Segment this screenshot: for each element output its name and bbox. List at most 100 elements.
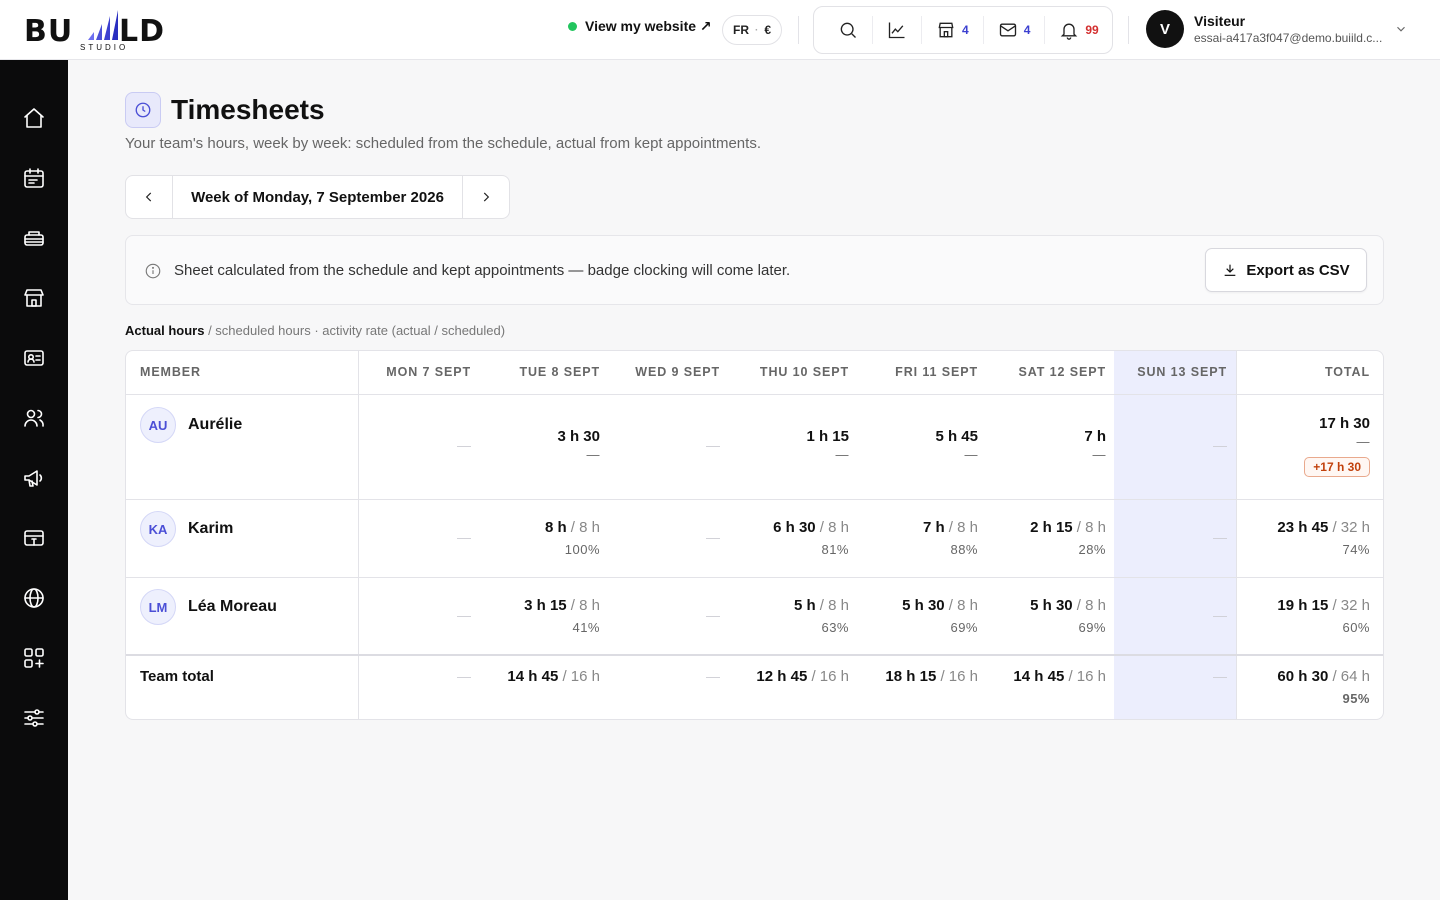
sidebar-item-marketing[interactable] bbox=[20, 464, 48, 492]
sidebar-item-website[interactable] bbox=[20, 584, 48, 612]
team-total-day-cell: 12 h 45 / 16 h bbox=[756, 668, 849, 685]
previous-week-button[interactable] bbox=[126, 176, 172, 218]
scheduled-hours: / 16 h bbox=[1064, 668, 1106, 685]
chevron-left-icon bbox=[145, 192, 152, 202]
activity-rate: 69% bbox=[950, 620, 978, 635]
sidebar-item-services[interactable] bbox=[20, 224, 48, 252]
day-cell[interactable]: 7 h / 8 h 88% bbox=[923, 519, 978, 557]
page-title: Timesheets bbox=[171, 94, 325, 125]
sidebar-item-store[interactable] bbox=[20, 284, 48, 312]
column-header: THU 10 SEPT bbox=[759, 365, 849, 379]
next-week-button[interactable] bbox=[463, 176, 509, 218]
team-total-divider bbox=[126, 654, 1383, 656]
empty-cell: — bbox=[457, 668, 471, 684]
legend-primary: Actual hours bbox=[125, 323, 205, 338]
store-icon bbox=[938, 22, 954, 38]
day-cell[interactable]: 8 h / 8 h 100% bbox=[545, 519, 600, 557]
day-cell[interactable]: 5 h 30 / 8 h 69% bbox=[902, 597, 978, 635]
analytics-button[interactable] bbox=[873, 16, 922, 44]
empty-cell: — bbox=[706, 668, 720, 684]
services-icon bbox=[24, 231, 44, 246]
view-website-link[interactable]: View my website ↗ bbox=[568, 18, 712, 35]
chevron-right-icon bbox=[483, 192, 490, 202]
actual-hours: 23 h 45 bbox=[1277, 519, 1329, 536]
empty-cell: — bbox=[1213, 529, 1227, 545]
messages-button[interactable]: 4 bbox=[984, 16, 1046, 44]
hours-value: 18 h 15 / 16 h bbox=[885, 668, 978, 685]
hours-value: 60 h 30 / 64 h bbox=[1277, 668, 1370, 685]
column-header: MEMBER bbox=[140, 365, 201, 379]
hours-value: 5 h / 8 h bbox=[794, 597, 849, 614]
notifications-button[interactable]: 99 bbox=[1045, 16, 1112, 44]
export-csv-button[interactable]: Export as CSV bbox=[1205, 248, 1367, 292]
info-banner: Sheet calculated from the schedule and k… bbox=[125, 235, 1384, 305]
sidebar-item-home[interactable] bbox=[20, 104, 48, 132]
sidebar-item-payments[interactable] bbox=[20, 524, 48, 552]
scheduled-hours: / 16 h bbox=[558, 668, 600, 685]
column-header: WED 9 SEPT bbox=[635, 365, 720, 379]
activity-rate: 60% bbox=[1342, 620, 1370, 635]
actual-hours: 14 h 45 bbox=[1013, 668, 1065, 685]
user-menu[interactable]: V Visiteur essai-a417a3f047@demo.buiild.… bbox=[1146, 10, 1389, 48]
activity-rate: 69% bbox=[1078, 620, 1106, 635]
hours-value: 23 h 45 / 32 h bbox=[1277, 519, 1370, 536]
member-cell[interactable]: LM Léa Moreau bbox=[140, 589, 277, 625]
scheduled-hours: / 16 h bbox=[936, 668, 978, 685]
actual-hours: 5 h bbox=[793, 597, 816, 614]
quick-actions-bar: 4 4 99 bbox=[813, 6, 1113, 54]
member-cell[interactable]: AU Aurélie bbox=[140, 407, 242, 443]
actual-hours: 3 h 30 bbox=[557, 428, 600, 445]
language-currency-selector[interactable]: FR · € bbox=[722, 15, 783, 45]
chevron-down-icon[interactable] bbox=[1394, 22, 1408, 36]
sidebar-item-team[interactable] bbox=[20, 404, 48, 432]
actual-hours: 12 h 45 bbox=[756, 668, 808, 685]
logo[interactable]: BU LD STUDIO bbox=[24, 8, 184, 52]
sidebar-item-apps[interactable] bbox=[20, 644, 48, 672]
empty-cell: — bbox=[1213, 607, 1227, 623]
activity-rate: — bbox=[835, 447, 849, 462]
empty-cell: — bbox=[457, 529, 471, 545]
day-cell[interactable]: 2 h 15 / 8 h 28% bbox=[1030, 519, 1106, 557]
clock-icon bbox=[135, 102, 151, 118]
day-cell[interactable]: 3 h 15 / 8 h 41% bbox=[524, 597, 600, 635]
day-cell[interactable]: 6 h 30 / 8 h 81% bbox=[773, 519, 849, 557]
scheduled-hours: / 8 h bbox=[1072, 597, 1106, 614]
messages-count: 4 bbox=[1023, 23, 1031, 37]
day-cell[interactable]: 3 h 30 — bbox=[557, 428, 600, 462]
scheduled-hours: / 8 h bbox=[1072, 519, 1106, 536]
table-header: MEMBER MON 7 SEPT TUE 8 SEPT WED 9 SEPT THU … bbox=[126, 351, 1383, 395]
week-label[interactable]: Week of Monday, 7 September 2026 bbox=[172, 176, 463, 218]
day-cell[interactable]: 7 h — bbox=[1084, 428, 1106, 462]
users-icon bbox=[24, 409, 44, 427]
member-avatar: AU bbox=[140, 407, 176, 443]
team-activity-rate: 95% bbox=[1342, 691, 1370, 706]
empty-cell: — bbox=[706, 607, 720, 623]
settings-sliders-icon bbox=[24, 709, 44, 727]
globe-icon bbox=[24, 588, 44, 608]
empty-cell: — bbox=[457, 607, 471, 623]
download-icon bbox=[1224, 264, 1236, 276]
page-subtitle: Your team's hours, week by week: schedul… bbox=[125, 135, 761, 152]
column-divider bbox=[358, 351, 359, 719]
hours-value: 19 h 15 / 32 h bbox=[1277, 597, 1370, 614]
day-cell[interactable]: 1 h 15 — bbox=[806, 428, 849, 462]
member-cell[interactable]: KA Karim bbox=[140, 511, 233, 547]
contact-card-icon bbox=[24, 350, 44, 366]
badge-wrap: +17 h 30 bbox=[1304, 449, 1370, 477]
column-header: MON 7 SEPT bbox=[386, 365, 471, 379]
stores-button[interactable]: 4 bbox=[922, 16, 984, 44]
search-button[interactable] bbox=[824, 16, 873, 44]
hours-value: 17 h 30 bbox=[1304, 415, 1370, 432]
sidebar-item-settings[interactable] bbox=[20, 704, 48, 732]
hours-value: 5 h 30 / 8 h bbox=[902, 597, 978, 614]
day-cell[interactable]: 5 h / 8 h 63% bbox=[794, 597, 849, 635]
column-divider bbox=[1236, 351, 1237, 719]
day-cell[interactable]: 5 h 30 / 8 h 69% bbox=[1030, 597, 1106, 635]
total-cell: 23 h 45 / 32 h 74% bbox=[1277, 519, 1370, 557]
legend-secondary: / scheduled hours · activity rate (actua… bbox=[204, 323, 506, 338]
day-cell[interactable]: 5 h 45 — bbox=[935, 428, 978, 462]
sidebar-item-contacts[interactable] bbox=[20, 344, 48, 372]
sidebar-item-calendar[interactable] bbox=[20, 164, 48, 192]
actual-hours: 2 h 15 bbox=[1030, 519, 1073, 536]
empty-cell: — bbox=[706, 437, 720, 453]
